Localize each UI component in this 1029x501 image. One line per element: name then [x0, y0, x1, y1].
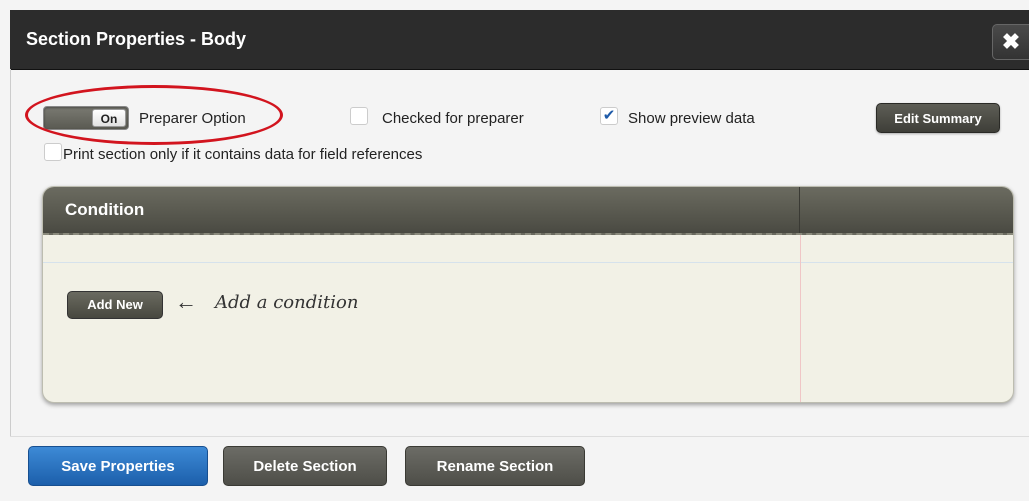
- condition-panel-header: Condition: [43, 187, 1013, 235]
- checkmark-icon: ✔: [602, 107, 616, 124]
- condition-panel: Condition Add New ← Add a condition: [42, 186, 1014, 403]
- section-properties-dialog: Section Properties - Body ✖ On Preparer …: [0, 0, 1029, 501]
- save-properties-button[interactable]: Save Properties: [28, 446, 208, 486]
- print-section-label: Print section only if it contains data f…: [63, 146, 423, 163]
- add-condition-hint: Add a condition: [215, 292, 359, 313]
- rename-section-button[interactable]: Rename Section: [405, 446, 585, 486]
- add-new-button[interactable]: Add New: [67, 291, 163, 319]
- notepad-margin-line: [800, 235, 801, 402]
- notepad-rule-line: [43, 262, 1013, 263]
- highlight-circle-annotation: [25, 85, 283, 145]
- header-column-divider: [799, 187, 800, 233]
- arrow-left-icon: ←: [175, 289, 197, 314]
- print-section-checkbox[interactable]: [44, 143, 62, 161]
- delete-section-button[interactable]: Delete Section: [223, 446, 387, 486]
- show-preview-checkbox[interactable]: ✔: [600, 107, 618, 125]
- dialog-title: Section Properties - Body: [26, 29, 247, 49]
- checked-for-preparer-label: Checked for preparer: [382, 110, 524, 127]
- title-bar: Section Properties - Body ✖: [10, 10, 1029, 70]
- checked-for-preparer-checkbox[interactable]: [350, 107, 368, 125]
- edit-summary-button[interactable]: Edit Summary: [876, 103, 1000, 133]
- condition-header-label: Condition: [65, 200, 145, 219]
- show-preview-label: Show preview data: [628, 110, 755, 127]
- close-icon: ✖: [1001, 29, 1021, 54]
- close-button[interactable]: ✖: [992, 24, 1029, 60]
